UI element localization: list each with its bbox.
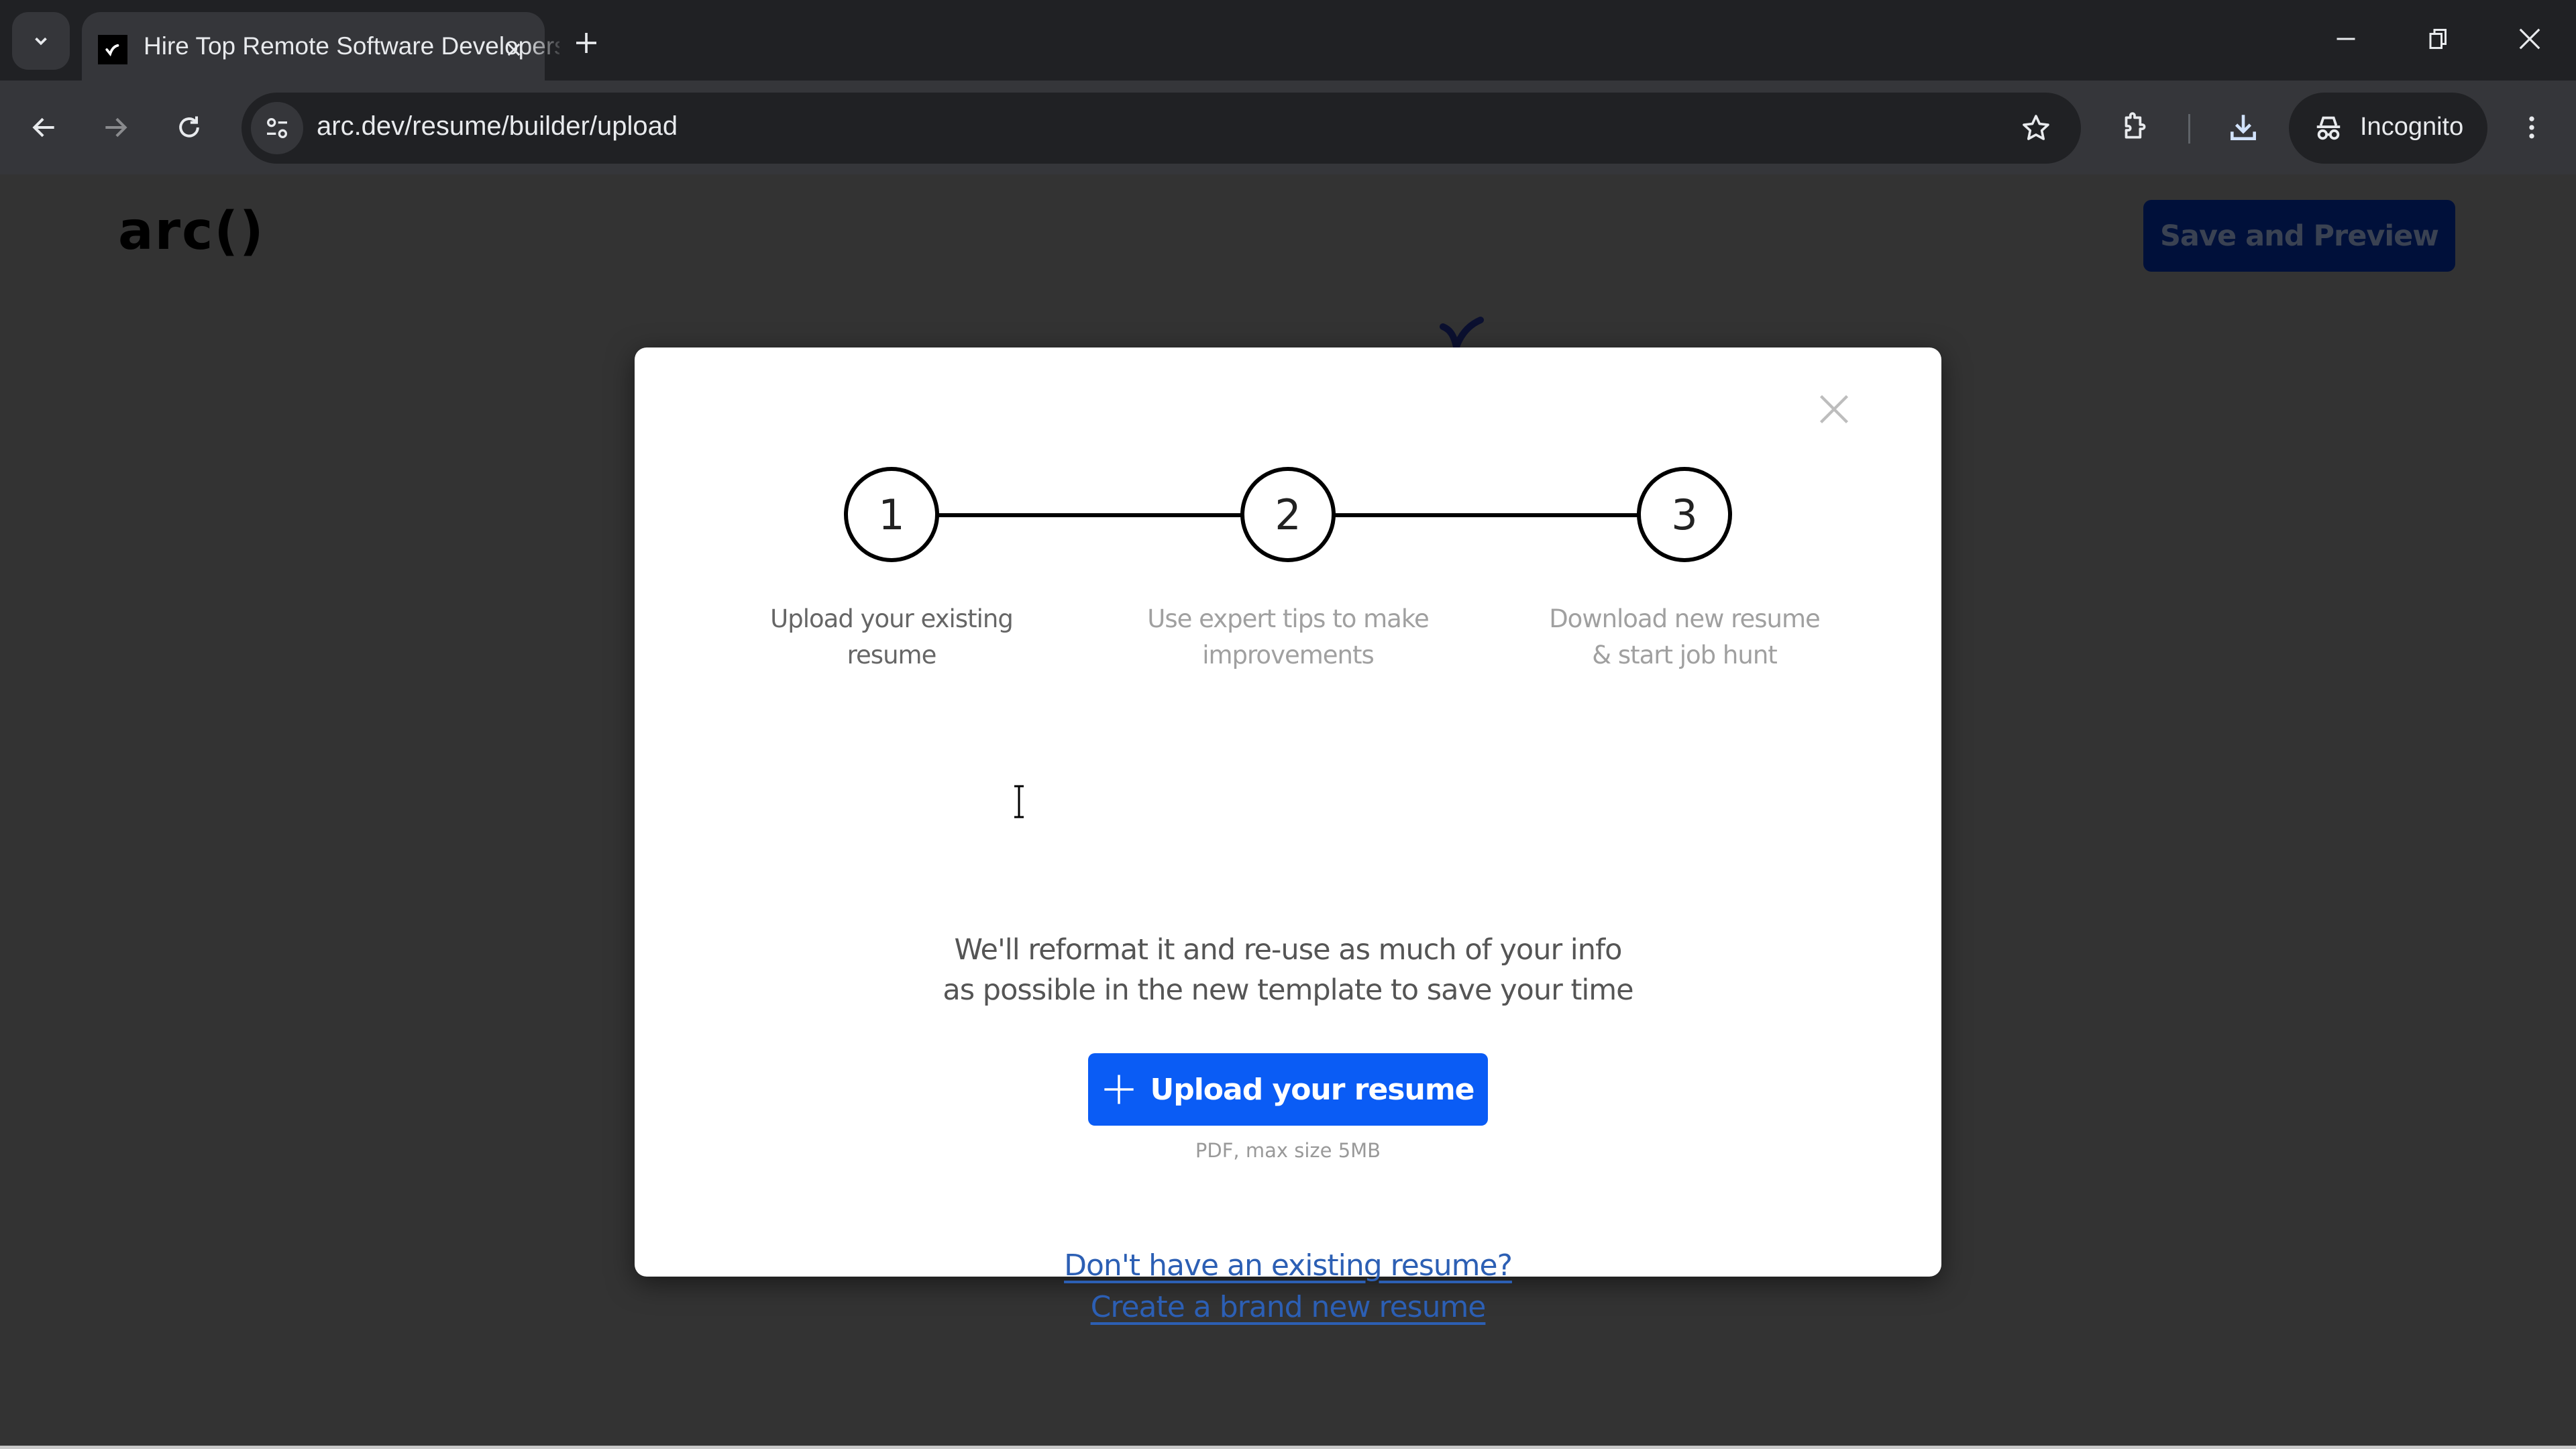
- site-info-button[interactable]: [251, 102, 303, 154]
- url-text[interactable]: arc.dev/resume/builder/upload: [317, 111, 678, 142]
- new-tab-button[interactable]: [568, 24, 605, 62]
- upload-resume-label: Upload your resume: [1150, 1072, 1474, 1107]
- save-and-preview-button[interactable]: Save and Preview: [2143, 200, 2455, 272]
- description-line-2: as possible in the new template to save …: [943, 973, 1633, 1007]
- arc-check-icon: [98, 35, 127, 64]
- close-icon: [507, 43, 521, 56]
- window-bottom-edge: [0, 1446, 2576, 1449]
- upload-resume-modal: 1 Upload your existing resume 2 Use expe…: [635, 347, 1941, 1324]
- text-cursor-icon: [1014, 785, 1024, 818]
- browser-menu-button[interactable]: [2510, 106, 2553, 149]
- downloads-button[interactable]: [2222, 106, 2265, 149]
- step-connector: [1334, 513, 1640, 517]
- minimize-button[interactable]: [2316, 15, 2376, 63]
- progress-stepper: 1 Upload your existing resume 2 Use expe…: [635, 347, 1941, 669]
- arc-logo[interactable]: arc(): [118, 201, 265, 262]
- forward-button[interactable]: [94, 106, 137, 149]
- bookmark-button[interactable]: [2018, 110, 2054, 146]
- puzzle-icon: [2125, 112, 2146, 139]
- alternative-links: Don't have an existing resume? Create a …: [635, 1245, 1941, 1328]
- tab-search-button[interactable]: [12, 12, 70, 70]
- browser-toolbar: arc.dev/resume/builder/upload Incognito: [0, 80, 2576, 174]
- tab-close-button[interactable]: [498, 34, 530, 66]
- reload-icon: [179, 116, 199, 138]
- back-button[interactable]: [23, 106, 66, 149]
- restore-icon: [2429, 29, 2447, 49]
- step-number-circle: 3: [1637, 467, 1732, 562]
- toolbar-separator: [2188, 114, 2190, 144]
- address-bar[interactable]: arc.dev/resume/builder/upload: [241, 93, 2081, 164]
- incognito-label: Incognito: [2360, 113, 2464, 141]
- step-label: Upload your existing resume: [770, 604, 1014, 669]
- minimize-icon: [2337, 38, 2355, 40]
- window-close-button[interactable]: [2500, 15, 2560, 63]
- arc-check-icon: [1440, 317, 1484, 352]
- restore-button[interactable]: [2408, 15, 2469, 63]
- chevron-down-icon: [35, 37, 47, 46]
- browser-tab-strip: Hire Top Remote Software Developers: [0, 0, 2576, 80]
- arrow-right-icon: [105, 117, 127, 138]
- arrow-left-icon: [32, 117, 54, 138]
- browser-tab-active[interactable]: Hire Top Remote Software Developers: [82, 12, 559, 80]
- tab-title: Hire Top Remote Software Developers: [144, 32, 559, 60]
- download-icon: [2231, 115, 2256, 140]
- description-line-1: We'll reformat it and re-use as much of …: [954, 933, 1623, 967]
- upload-description: We'll reformat it and re-use as much of …: [635, 930, 1941, 1010]
- close-icon: [2519, 28, 2540, 50]
- incognito-profile-button[interactable]: Incognito: [2289, 93, 2487, 164]
- plus-icon: [576, 33, 596, 53]
- step-connector: [937, 513, 1243, 517]
- create-new-resume-link[interactable]: Create a brand new resume: [635, 1287, 1941, 1328]
- step-label: Download new resume & start job hunt: [1549, 604, 1821, 669]
- reload-button[interactable]: [168, 106, 211, 149]
- star-icon: [2023, 115, 2049, 140]
- page-overlay[interactable]: arc() Save and Preview 1 Upload your exi…: [0, 174, 2576, 1446]
- plus-icon: [1104, 1075, 1134, 1104]
- incognito-icon: [2316, 116, 2341, 140]
- no-existing-resume-link[interactable]: Don't have an existing resume?: [635, 1245, 1941, 1287]
- step-number-circle: 2: [1240, 467, 1336, 562]
- upload-file-hint: PDF, max size 5MB: [1195, 1139, 1381, 1162]
- step-number-circle: 1: [844, 467, 939, 562]
- upload-resume-button[interactable]: Upload your resume: [1088, 1053, 1488, 1126]
- step-label: Use expert tips to make improvements: [1147, 604, 1429, 669]
- tune-icon: [267, 118, 287, 138]
- kebab-icon: [2529, 116, 2534, 139]
- extensions-button[interactable]: [2113, 106, 2156, 149]
